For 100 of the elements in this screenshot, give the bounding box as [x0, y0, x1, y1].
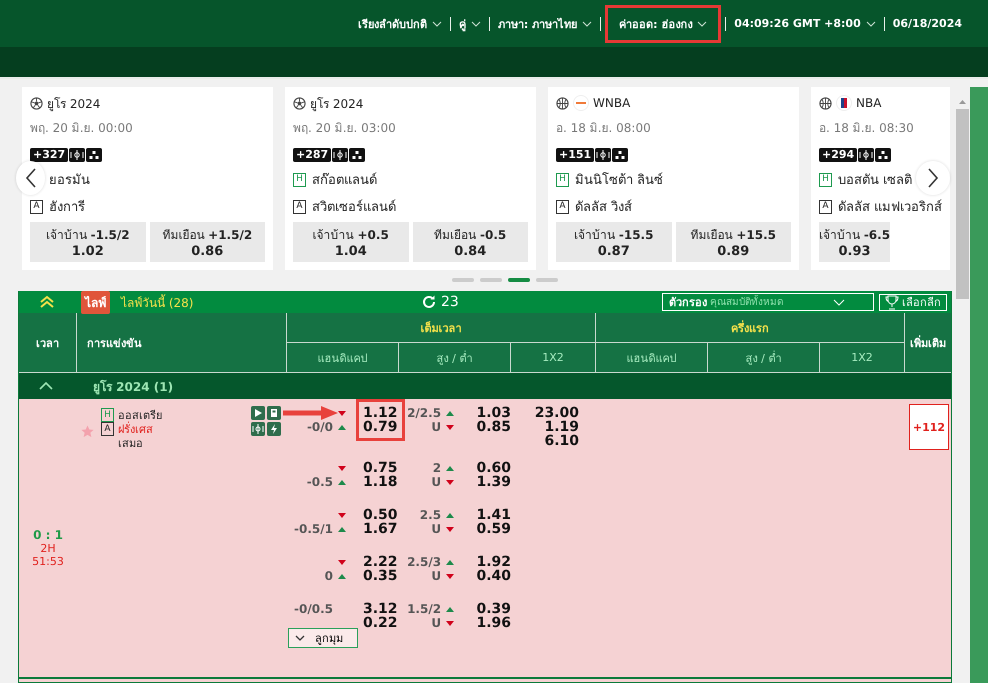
under-label: U [431, 475, 442, 489]
odds-up-icon [446, 560, 454, 564]
odds-value[interactable]: 1.19 [544, 420, 579, 434]
odds-value[interactable]: 0.59 [476, 522, 511, 536]
menu-item[interactable]: ภาษา: ภาษาไทย [494, 12, 596, 34]
live-badge: ไลฟ์ [81, 290, 110, 314]
odds-down-icon [446, 620, 454, 626]
refresh-button[interactable]: 23 [421, 294, 459, 310]
market-count-badge[interactable]: +327 [30, 148, 68, 162]
market-count-badge[interactable]: +287 [293, 148, 332, 162]
odds-value[interactable]: 1.12 [363, 406, 398, 420]
basketball-icon [556, 96, 569, 110]
match-date: อ. 18 มิ.ย. 08:30 [819, 120, 915, 137]
home-badge: H [293, 172, 306, 186]
league-row[interactable]: ยูโร 2024 (1) [19, 373, 951, 399]
odds-value[interactable]: 0.85 [476, 420, 511, 434]
lineup-icon[interactable] [595, 148, 612, 162]
odds-value[interactable]: 0.40 [476, 569, 511, 583]
odds-value[interactable]: 0.39 [476, 602, 511, 616]
star-icon[interactable] [81, 425, 94, 438]
double-chevron-up-icon[interactable] [39, 295, 55, 309]
odds-up-icon [446, 606, 454, 612]
odds-button[interactable]: ทีมเยือน -0.5 0.84 [412, 222, 528, 262]
odds-down-icon [338, 512, 346, 518]
odds-value[interactable]: 1.96 [476, 616, 511, 630]
team-name: ฝรั่งเศส [118, 420, 153, 438]
odds-button[interactable]: เจ้าบ้าน -15.5 0.87 [556, 222, 672, 262]
lineup-icon[interactable] [858, 148, 874, 162]
odds-value[interactable]: 0.60 [476, 461, 511, 475]
total-line: 2/2.5 [407, 406, 442, 420]
stats-icon[interactable] [612, 148, 628, 162]
odds-up-icon [338, 424, 346, 430]
odds-value[interactable]: 1.39 [476, 475, 511, 489]
odds-value[interactable]: 23.00 [534, 406, 579, 420]
away-badge: A [293, 200, 306, 214]
column-group-header: ครึ่งแรก [596, 313, 905, 343]
match-card[interactable]: ยูโร 2024 พฤ. 20 มิ.ย. 03:00 +287 H สก๊อตแลนด์ A สวิตเซอร์แลนด์ เจ้าบ้าน +0.5 1.04 ทีมเยือน -0.5 0.84 [285, 87, 536, 270]
away-badge: A [556, 200, 569, 214]
odds-value[interactable]: 6.10 [544, 434, 579, 448]
menu-item[interactable]: คู่ [454, 12, 485, 34]
more-markets-button[interactable]: +112 [909, 404, 949, 450]
lineup-icon[interactable] [332, 148, 348, 162]
chevron-down-icon [295, 635, 305, 641]
under-label: U [431, 420, 442, 434]
team-name: ดัลลัส แมฟเวอริกส์ [838, 198, 942, 217]
match-card[interactable]: NBA อ. 18 มิ.ย. 08:30 +294 H บอสตัน เซลติ A ดัลลัส แมฟเวอริกส์ เจ้าบ้าน -6.5 0.93 [811, 87, 950, 270]
soccer-ball-icon [30, 96, 43, 110]
odds-value[interactable]: 3.12 [363, 602, 398, 616]
stats-icon[interactable] [86, 148, 102, 162]
basketball-icon [819, 96, 832, 110]
odds-button[interactable]: ทีมเยือน +15.5 0.89 [676, 222, 791, 262]
total-line: 2.5/3 [407, 555, 442, 569]
stats-icon[interactable] [875, 148, 892, 162]
lightning-icon[interactable] [267, 422, 281, 436]
lineup-icon[interactable] [251, 422, 265, 436]
away-badge: A [30, 200, 43, 214]
match-score: 0 : 1 [33, 528, 63, 542]
odds-down-icon [446, 526, 454, 532]
match-date: พฤ. 20 มิ.ย. 00:00 [30, 120, 134, 137]
odds-value[interactable]: 1.18 [363, 475, 398, 489]
odds-value[interactable]: 2.22 [363, 555, 398, 569]
market-count-badge[interactable]: +294 [819, 148, 858, 162]
shirt-icon[interactable] [267, 406, 281, 420]
match-card[interactable]: ยูโร 2024 พฤ. 20 มิ.ย. 00:00 +327 ยอรมัน A ฮังการี เจ้าบ้าน -1.5/2 1.02 ทีมเยือน +1.5/2 0.86 [22, 87, 273, 270]
corners-button[interactable]: ลูกมุม [288, 628, 358, 648]
chevron-up-icon[interactable] [39, 382, 53, 390]
match-date: อ. 18 มิ.ย. 08:00 [556, 120, 652, 137]
menu-item[interactable]: เรียงลำดับปกติ [354, 12, 446, 34]
odds-value[interactable]: 0.79 [363, 420, 398, 434]
market-count-badge[interactable]: +151 [556, 148, 594, 162]
odds-value[interactable]: 1.03 [476, 406, 511, 420]
odds-value[interactable]: 1.41 [476, 508, 511, 522]
match-card[interactable]: WNBA อ. 18 มิ.ย. 08:00 +151 H มินนิโซต้า ลินซ์ A ดัลลัส วิงส์ เจ้าบ้าน -15.5 0.87 ทีมเยือน +15.5 0.89 [548, 87, 799, 270]
column-group-header: เต็มเวลา [287, 313, 596, 343]
play-icon[interactable] [251, 406, 265, 420]
select-league-button[interactable]: เลือกลีก [879, 294, 947, 310]
odds-button[interactable]: เจ้าบ้าน -1.5/2 1.02 [30, 222, 146, 262]
odds-value[interactable]: 0.22 [363, 616, 398, 630]
odds-value[interactable]: 1.67 [363, 522, 398, 536]
menu-item[interactable]: 04:09:26 GMT +8:00 [730, 15, 880, 32]
lineup-icon[interactable] [69, 148, 86, 162]
odds-up-icon [446, 466, 454, 470]
stats-icon[interactable] [349, 148, 366, 162]
menu-item[interactable]: ค่าออด: ฮ่องกง [613, 12, 714, 34]
menu-item[interactable]: 06/18/2024 [888, 15, 966, 32]
odds-value[interactable]: 0.35 [363, 569, 398, 583]
under-label: U [431, 522, 442, 536]
odds-button[interactable]: เจ้าบ้าน -6.5 0.93 [819, 222, 890, 262]
team-name: ดัลลัส วิงส์ [575, 198, 632, 217]
odds-up-icon [446, 410, 454, 416]
home-badge: H [101, 408, 114, 422]
odds-button[interactable]: เจ้าบ้าน +0.5 1.04 [293, 222, 408, 262]
previous-button[interactable] [16, 161, 45, 195]
odds-button[interactable]: ทีมเยือน +1.5/2 0.86 [150, 222, 265, 262]
trophy-icon [885, 294, 899, 310]
draw-label: เสมอ [118, 436, 143, 452]
odds-value[interactable]: 0.75 [363, 461, 398, 475]
chevron-down-icon [833, 298, 845, 306]
odds-value[interactable]: 1.92 [476, 555, 511, 569]
odds-value[interactable]: 0.50 [363, 508, 398, 522]
